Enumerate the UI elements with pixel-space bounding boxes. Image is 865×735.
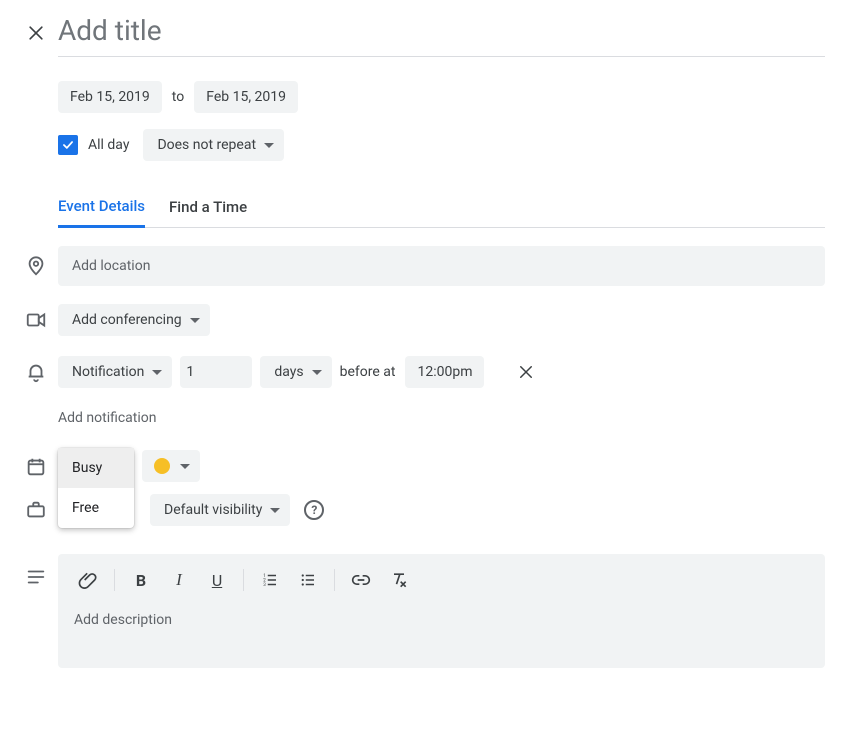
title-underline [58,56,825,57]
location-input[interactable] [58,246,825,286]
location-icon [14,255,58,277]
link-button[interactable] [343,562,379,598]
toolbar-separator [114,569,115,591]
calendar-icon [14,450,58,478]
tab-event-details[interactable]: Event Details [58,197,145,228]
briefcase-icon [14,499,58,521]
calendar-color-dropdown[interactable] [142,450,200,482]
paperclip-icon [78,570,98,590]
add-notification-button[interactable]: Add notification [58,410,825,426]
notification-beforeat-label: before at [340,364,396,380]
tab-find-a-time[interactable]: Find a Time [169,198,247,226]
notification-unit-dropdown[interactable]: days [260,356,331,388]
numbered-list-icon: 123 [261,571,279,589]
notification-value-input[interactable] [180,356,252,388]
notification-time-chip[interactable]: 12:00pm [405,356,484,388]
italic-button[interactable]: I [161,562,197,598]
repeat-dropdown[interactable]: Does not repeat [143,129,284,161]
notification-unit-label: days [274,364,303,380]
availability-option-busy[interactable]: Busy [58,448,134,488]
close-icon [517,363,535,381]
description-box: B I U 123 [58,554,825,668]
numbered-list-button[interactable]: 123 [252,562,288,598]
clear-formatting-button[interactable] [381,562,417,598]
bell-icon [14,361,58,383]
clear-format-icon [389,570,409,590]
check-icon [61,138,75,152]
start-date-chip[interactable]: Feb 15, 2019 [58,81,162,113]
conferencing-label: Add conferencing [72,312,182,328]
calendar-color-dot [154,458,170,474]
chevron-down-icon [264,143,274,148]
toolbar-separator [243,569,244,591]
underline-button[interactable]: U [199,562,235,598]
notification-remove-button[interactable] [508,354,544,390]
chevron-down-icon [180,464,190,469]
bulleted-list-icon [299,571,317,589]
chevron-down-icon [190,318,200,323]
attach-button[interactable] [70,562,106,598]
toolbar-separator [334,569,335,591]
availability-option-free[interactable]: Free [58,488,134,528]
repeat-label: Does not repeat [157,137,256,153]
chevron-down-icon [152,370,162,375]
bold-button[interactable]: B [123,562,159,598]
allday-checkbox[interactable] [58,135,78,155]
video-icon [14,309,58,331]
allday-label: All day [88,137,129,153]
description-toolbar: B I U 123 [58,554,825,606]
svg-text:3: 3 [263,582,266,588]
notification-type-label: Notification [72,364,144,380]
link-icon [351,570,371,590]
description-icon [14,554,58,588]
availability-menu: Busy Free [58,448,134,528]
close-icon [26,23,46,43]
notification-type-dropdown[interactable]: Notification [58,356,172,388]
tabs: Event Details Find a Time [58,197,825,228]
date-to-label: to [172,89,184,105]
close-button[interactable] [14,23,58,43]
bulleted-list-button[interactable] [290,562,326,598]
end-date-chip[interactable]: Feb 15, 2019 [194,81,298,113]
conferencing-dropdown[interactable]: Add conferencing [58,304,210,336]
chevron-down-icon [312,370,322,375]
title-input[interactable] [58,10,825,56]
description-input[interactable] [58,606,825,664]
